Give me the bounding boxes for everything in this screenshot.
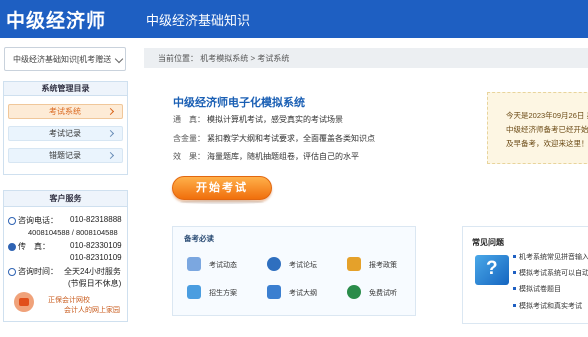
syllabus-icon [267, 285, 281, 299]
bullet-icon [513, 304, 516, 307]
chevron-right-icon [106, 129, 115, 138]
feature-realistic: 通 真： 模拟计算机考试，感受真实的考试场景 [173, 114, 343, 125]
feature-value: 紧扣教学大纲和考试要求，全面覆盖各类知识点 [207, 134, 375, 143]
prep-link-exam-news[interactable]: 考试动态 [209, 260, 237, 270]
prep-title: 备考必读 [184, 234, 214, 243]
customer-service-panel: 客户服务 咨询电话： 010-82318888 4008104588 / 800… [3, 190, 128, 322]
forum-icon [267, 257, 281, 271]
enrollment-icon [187, 285, 201, 299]
feature-value: 海量题库，随机抽题组卷，评估自己的水平 [207, 152, 359, 161]
bullet-icon [513, 271, 516, 274]
faq-link-3[interactable]: 模拟试卷题目 [519, 284, 561, 294]
bullet-icon [513, 255, 516, 258]
menu-item-exam-records[interactable]: 考试记录 [8, 126, 123, 141]
fax-label: 传 真： [18, 242, 50, 251]
phone-number-2: 4008104588 / 8008104588 [28, 228, 118, 237]
phone-label: 咨询电话： [18, 216, 58, 225]
phone-number-1: 010-82318888 [70, 215, 122, 224]
feature-key: 含金量： [173, 134, 205, 143]
feature-key: 效 果： [173, 152, 205, 161]
menu-item-label: 错题记录 [49, 151, 81, 160]
subject-select[interactable]: 中级经济基础知识[机考赠送 [4, 47, 126, 71]
notice-line-3: 及早备考，欢迎来这里！ [506, 139, 588, 148]
feature-key: 通 真： [173, 115, 205, 124]
menu-item-error-records[interactable]: 错题记录 [8, 148, 123, 163]
audition-icon [347, 285, 361, 299]
breadcrumb: 当前位置： 机考模拟系统 > 考试系统 [144, 48, 588, 68]
prep-link-forum[interactable]: 考试论坛 [289, 260, 317, 270]
hours-note: (节假日不休息) [68, 279, 122, 288]
notice-board: 今天是2023年09月26日 星 中级经济师备考已经开始 及早备考，欢迎来这里！ [487, 92, 588, 164]
page-title: 中级经济师电子化模拟系统 [173, 97, 305, 109]
prep-link-free-trial[interactable]: 免费试听 [369, 288, 397, 298]
menu-item-label: 考试系统 [49, 107, 81, 116]
notice-line-1: 今天是2023年09月26日 星 [506, 111, 588, 120]
clock-icon [8, 268, 16, 276]
breadcrumb-text[interactable]: 当前位置： 机考模拟系统 > 考试系统 [158, 53, 289, 64]
menu-item-label: 考试记录 [49, 129, 81, 138]
service-title: 客户服务 [4, 191, 127, 207]
fax-number-1: 010-82330109 [70, 241, 122, 250]
faq-title: 常见问题 [472, 238, 504, 247]
faq-panel: 常见问题 机考系统常见拼音输入 模拟考试系统可以自动 模拟试卷题目 模拟考试和真… [462, 226, 588, 324]
button-shadow [180, 200, 264, 204]
prep-panel: 备考必读 考试动态 考试论坛 报考政策 招生方案 考试大纲 免费试听 [172, 226, 416, 316]
top-header: 中级经济师 中级经济基础知识 [0, 0, 588, 38]
notice-line-2: 中级经济师备考已经开始 [506, 125, 588, 134]
fax-number-2: 010-82310109 [70, 253, 122, 262]
menu-item-exam-system[interactable]: 考试系统 [8, 104, 123, 119]
bullet-icon [513, 287, 516, 290]
policy-icon [347, 257, 361, 271]
fax-icon [8, 243, 16, 251]
hours-label: 咨询时间： [18, 267, 58, 276]
chevron-right-icon [106, 151, 115, 160]
faq-link-4[interactable]: 模拟考试和真实考试 [519, 301, 582, 311]
menu-title: 系统管理目录 [4, 82, 127, 96]
question-mark-icon [475, 255, 509, 285]
start-exam-button[interactable]: 开始考试 [172, 176, 272, 200]
chinaacc-logo-icon [14, 292, 34, 312]
subject-title: 中级经济基础知识 [146, 13, 251, 28]
prep-link-enrollment[interactable]: 招生方案 [209, 288, 237, 298]
prep-link-policy[interactable]: 报考政策 [369, 260, 397, 270]
prep-link-syllabus[interactable]: 考试大纲 [289, 288, 317, 298]
brand-title[interactable]: 中级经济师 [6, 6, 106, 33]
feature-value: 模拟计算机考试，感受真实的考试场景 [207, 115, 343, 124]
phone-icon [8, 217, 16, 225]
faq-link-1[interactable]: 机考系统常见拼音输入 [519, 252, 588, 262]
brand-slogan: 会计人的网上家园 [64, 307, 120, 314]
feature-value-gold: 含金量： 紧扣教学大纲和考试要求，全面覆盖各类知识点 [173, 133, 375, 144]
chevron-right-icon [106, 107, 115, 116]
news-icon [187, 257, 201, 271]
hours-text: 全天24小时服务 [64, 267, 121, 276]
brand-name[interactable]: 正保会计网校 [48, 295, 90, 305]
faq-link-2[interactable]: 模拟考试系统可以自动 [519, 268, 588, 278]
feature-effect: 效 果： 海量题库，随机抽题组卷，评估自己的水平 [173, 151, 359, 162]
system-menu: 系统管理目录 考试系统 考试记录 错题记录 [3, 81, 128, 175]
